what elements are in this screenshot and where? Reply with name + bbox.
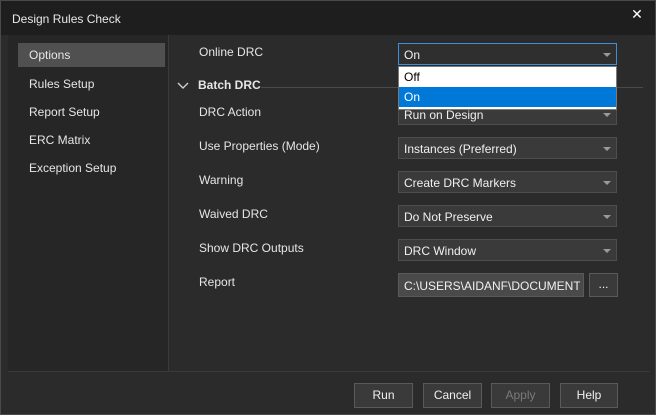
online-drc-label: Online DRC [199,45,264,59]
apply-button[interactable]: Apply [491,383,550,408]
show-drc-outputs-value: DRC Window [404,244,477,258]
sidebar-item-options[interactable]: Options [18,43,165,67]
close-icon[interactable]: ✕ [625,4,649,24]
sidebar-item-report-setup[interactable]: Report Setup [18,100,165,124]
dropdown-option-off[interactable]: Off [399,67,616,87]
batch-drc-title: Batch DRC [198,78,261,92]
sidebar: Options Rules Setup Report Setup ERC Mat… [8,35,169,371]
cancel-button[interactable]: Cancel [423,383,482,408]
online-drc-select[interactable]: On [398,43,617,65]
waived-drc-value: Do Not Preserve [404,210,493,224]
warning-label: Warning [199,173,244,187]
waived-drc-label: Waived DRC [199,207,268,221]
online-drc-dropdown-list: Off On [398,66,617,110]
help-button[interactable]: Help [560,383,618,408]
options-panel: Online DRC On Batch DRC DRC Action Run o… [169,35,655,371]
drc-action-label: DRC Action [199,105,262,119]
sidebar-item-rules-setup[interactable]: Rules Setup [18,72,165,96]
window-title: Design Rules Check [12,12,121,26]
report-label: Report [199,275,236,289]
dropdown-arrow-icon[interactable] [603,249,611,253]
online-drc-value: On [404,48,421,62]
drc-dialog: Design Rules Check ✕ Options Rules Setup… [0,0,656,415]
waived-drc-select[interactable]: Do Not Preserve [398,205,617,227]
use-properties-label: Use Properties (Mode) [199,139,320,153]
report-path-input[interactable]: C:\USERS\AIDANF\DOCUMENT [398,273,584,297]
use-properties-value: Instances (Preferred) [404,142,517,156]
dropdown-arrow-icon[interactable] [603,147,611,151]
browse-button[interactable]: ... [589,273,618,297]
show-drc-outputs-select[interactable]: DRC Window [398,239,617,261]
show-drc-outputs-label: Show DRC Outputs [199,241,304,255]
dropdown-arrow-icon[interactable] [603,53,611,57]
footer-divider [8,371,650,372]
run-button[interactable]: Run [354,383,413,408]
sidebar-item-erc-matrix[interactable]: ERC Matrix [18,128,165,152]
sidebar-item-exception-setup[interactable]: Exception Setup [18,156,165,180]
title-bar: Design Rules Check ✕ [1,1,655,35]
dropdown-arrow-icon[interactable] [603,215,611,219]
warning-value: Create DRC Markers [404,176,517,190]
warning-select[interactable]: Create DRC Markers [398,171,617,193]
dropdown-arrow-icon[interactable] [603,113,611,117]
chevron-down-icon[interactable] [177,81,189,91]
report-path-value: C:\USERS\AIDANF\DOCUMENT [404,279,580,293]
use-properties-select[interactable]: Instances (Preferred) [398,137,617,159]
dropdown-option-on[interactable]: On [399,87,616,107]
drc-action-value: Run on Design [404,108,484,122]
dropdown-arrow-icon[interactable] [603,181,611,185]
